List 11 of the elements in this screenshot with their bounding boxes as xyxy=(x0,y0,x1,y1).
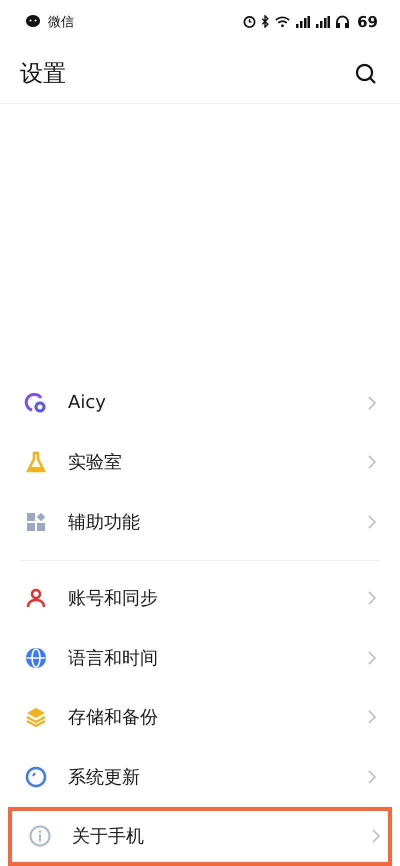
settings-item[interactable]: 辅助功能 xyxy=(20,492,380,552)
notification-app-name: 微信 xyxy=(48,14,74,31)
settings-item[interactable]: 关于手机 xyxy=(8,806,392,866)
settings-item[interactable]: 账号和同步 xyxy=(20,568,380,628)
settings-item[interactable]: Aicy xyxy=(20,373,380,432)
settings-item[interactable]: 系统更新 xyxy=(20,747,380,806)
settings-item[interactable]: 实验室 xyxy=(20,432,380,492)
battery-level: 69 xyxy=(357,12,378,31)
page-title: 设置 xyxy=(20,60,66,90)
settings-item[interactable]: 存储和备份 xyxy=(20,688,380,747)
settings-item[interactable]: 语言和时间 xyxy=(20,628,380,688)
